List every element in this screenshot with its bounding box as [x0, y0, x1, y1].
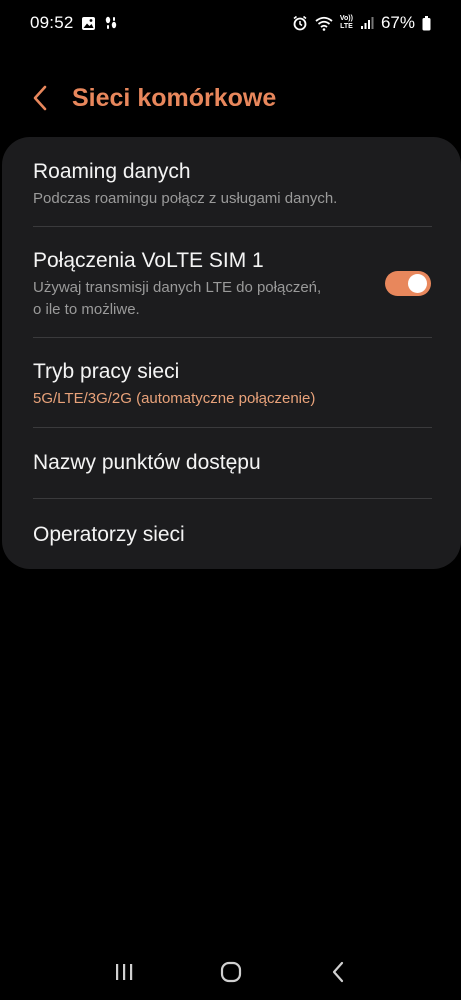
apn-title: Nazwy punktów dostępu — [33, 451, 261, 474]
network-mode-value: 5G/LTE/3G/2G (automatyczne połączenie) — [33, 390, 316, 407]
volte-title: Połączenia VoLTE SIM 1 — [33, 249, 264, 272]
image-icon — [81, 16, 96, 31]
divider — [33, 427, 432, 428]
status-right: Vo)) LTE 67% — [292, 13, 431, 33]
header: Sieci komórkowe — [0, 78, 461, 118]
status-time: 09:52 — [30, 13, 74, 32]
navigation-bar — [0, 944, 461, 1000]
volte-subtitle-line2: o ile to możliwe. — [33, 301, 140, 318]
back-button[interactable] — [26, 82, 54, 114]
volte-top-label: Vo)) — [339, 15, 353, 22]
back-icon — [332, 961, 343, 983]
volte-toggle[interactable] — [385, 271, 431, 296]
signal-icon — [360, 16, 374, 30]
settings-card: Roaming danych Podczas roamingu połącz z… — [2, 137, 461, 569]
divider — [33, 226, 432, 227]
operators-title: Operatorzy sieci — [33, 523, 185, 546]
recents-button[interactable] — [104, 952, 144, 992]
divider — [33, 498, 432, 499]
status-bar: 09:52 Vo)) LTE 67% — [0, 0, 461, 46]
apn-item[interactable]: Nazwy punktów dostępu — [2, 450, 461, 476]
home-icon — [220, 961, 241, 983]
page-title: Sieci komórkowe — [72, 84, 277, 112]
network-mode-title: Tryb pracy sieci — [33, 360, 180, 383]
volte-subtitle-line1: Używaj transmisji danych LTE do połączeń… — [33, 279, 322, 296]
battery-icon — [422, 15, 431, 31]
battery-percent: 67% — [380, 13, 415, 32]
status-left: 09:52 — [30, 13, 119, 33]
divider — [33, 337, 432, 338]
alarm-icon — [292, 15, 308, 31]
operators-item[interactable]: Operatorzy sieci — [2, 522, 461, 548]
home-button[interactable] — [211, 952, 251, 992]
volte-bottom-label: LTE — [340, 23, 353, 30]
nav-back-button[interactable] — [318, 952, 358, 992]
roaming-item[interactable]: Roaming danych Podczas roamingu połącz z… — [2, 159, 461, 210]
recents-icon — [115, 964, 132, 980]
volte-subtitle: Używaj transmisji danych LTE do połączeń… — [33, 277, 361, 321]
screen: 09:52 Vo)) LTE 67% Sieci komórkowe Roami… — [0, 0, 461, 1000]
roaming-subtitle: Podczas roamingu połącz z usługami danyc… — [33, 190, 338, 207]
roaming-title: Roaming danych — [33, 160, 191, 183]
network-mode-item[interactable]: Tryb pracy sieci 5G/LTE/3G/2G (automatyc… — [2, 359, 461, 410]
chevron-left-icon — [33, 85, 47, 111]
wifi-icon — [315, 16, 333, 31]
activity-icon — [103, 15, 119, 31]
volte-lte-icon: Vo)) LTE — [340, 15, 353, 31]
toggle-knob — [408, 274, 427, 293]
